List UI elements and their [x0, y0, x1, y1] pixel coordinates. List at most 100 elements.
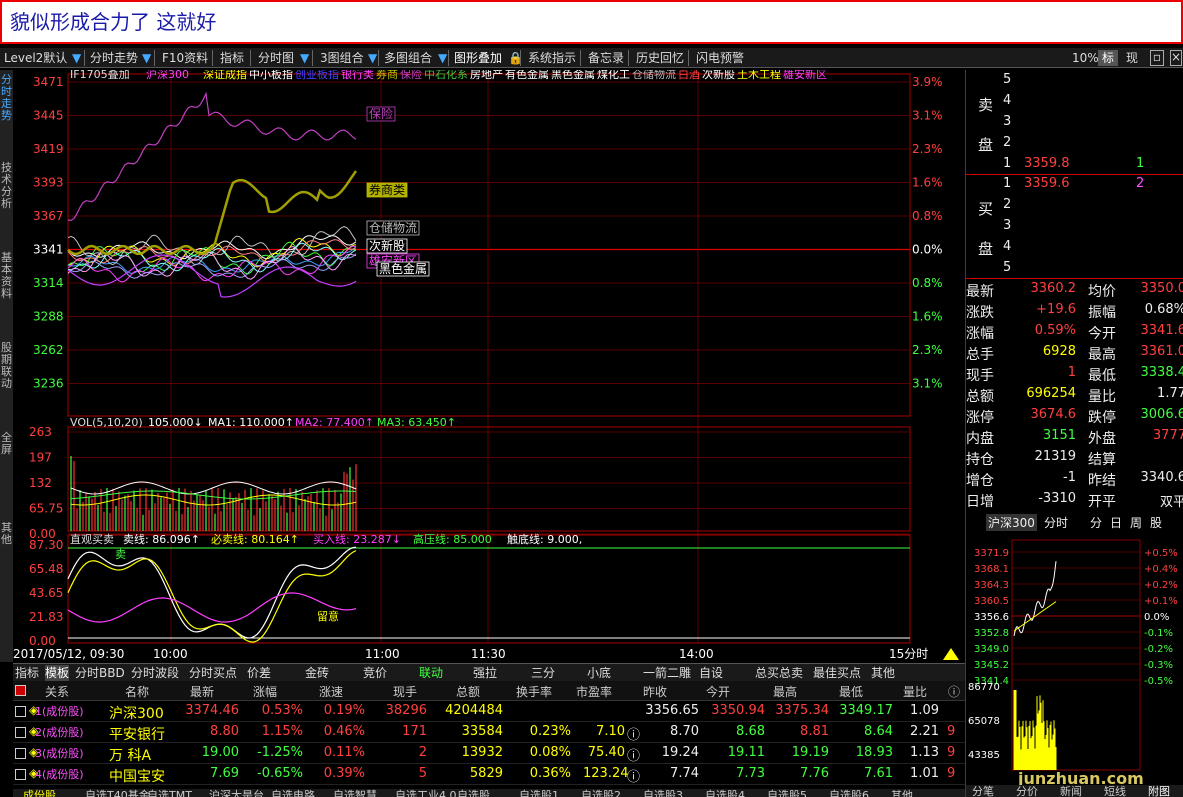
column-header[interactable]: 最低: [839, 683, 863, 700]
bottom-tab[interactable]: 沪深大是台: [209, 789, 264, 797]
indicator-tab[interactable]: 其他: [871, 665, 895, 681]
close-icon[interactable]: ×: [1170, 50, 1182, 66]
mini-bottom-tab[interactable]: 分笔: [972, 784, 994, 797]
mini-bottom-tab[interactable]: 新闻: [1060, 784, 1082, 797]
bottom-tab[interactable]: 其他: [891, 789, 913, 797]
bottom-tab[interactable]: 自选TMT: [147, 789, 192, 797]
side-tab-stock-futures[interactable]: 股期联动: [0, 342, 13, 390]
mini-tab-0[interactable]: 沪深300: [986, 514, 1037, 531]
dropdown-icon[interactable]: ▼: [368, 50, 377, 66]
column-header[interactable]: 涨速: [319, 683, 343, 700]
overlay-legend-item[interactable]: 保险: [400, 70, 422, 81]
overlay-legend-item[interactable]: 券商: [376, 70, 398, 81]
overlay-legend-item[interactable]: 白酒: [678, 70, 700, 81]
bottom-tab[interactable]: 自选T40基金: [85, 789, 150, 797]
bottom-tab[interactable]: 自选股: [457, 789, 490, 797]
mini-bottom-tab[interactable]: 附图: [1148, 784, 1170, 797]
row-checkbox[interactable]: [15, 769, 26, 780]
period-selector[interactable]: 15分时: [889, 647, 928, 661]
bottom-tab[interactable]: 自选股4: [705, 789, 745, 797]
mini-tab-5[interactable]: 股: [1150, 514, 1162, 531]
overlay-legend-item[interactable]: 沪深300: [146, 70, 189, 81]
bottom-tab[interactable]: 自选电路: [271, 789, 315, 797]
tab-spot[interactable]: 现: [1126, 50, 1138, 66]
mini-bottom-tab[interactable]: 分价: [1016, 785, 1038, 797]
bottom-tab[interactable]: 成份股: [23, 789, 56, 797]
indicator-tab[interactable]: 指标: [15, 665, 39, 681]
dropdown-icon[interactable]: ▼: [438, 50, 447, 66]
indicator-tab[interactable]: 强拉: [473, 665, 497, 681]
column-header[interactable]: 总额: [456, 683, 480, 700]
overlay-legend-item[interactable]: 深证成指: [203, 70, 247, 81]
side-tab-fullscreen[interactable]: 全屏: [0, 432, 13, 456]
toolbar-system-indicator[interactable]: 系统指示: [528, 50, 576, 66]
column-header[interactable]: 关系: [45, 683, 69, 700]
mini-tab-3[interactable]: 日: [1110, 514, 1122, 531]
overlay-legend-item[interactable]: 雄安新区: [783, 70, 827, 81]
column-header[interactable]: 涨幅: [253, 683, 277, 700]
toolbar-memo[interactable]: 备忘录: [588, 50, 624, 66]
indicator-tab[interactable]: 一箭二雕: [643, 665, 691, 681]
indicator-tab[interactable]: 竞价: [363, 665, 387, 681]
toolbar-3-chart-combo[interactable]: 3图组合: [320, 50, 364, 66]
column-header[interactable]: 今开: [706, 683, 730, 700]
bottom-tab[interactable]: 自选股6: [829, 789, 869, 797]
column-header[interactable]: 昨收: [643, 683, 667, 700]
mini-tab-1[interactable]: 分时: [1044, 514, 1068, 531]
toolbar-indicators[interactable]: 指标: [220, 50, 244, 66]
info-icon[interactable]: ⓘ: [627, 745, 640, 764]
bottom-tab[interactable]: 自选工业4.0: [395, 789, 457, 797]
row-checkbox[interactable]: [15, 727, 26, 738]
dropdown-icon[interactable]: ▼: [142, 50, 151, 66]
toolbar-history[interactable]: 历史回忆: [636, 50, 684, 66]
indicator-tab[interactable]: 模板: [45, 665, 70, 681]
mini-intraday-chart[interactable]: 3371.9 +0.5% 3368.1 +0.4% 3364.3 +0.2% 3360.5 +…: [966, 536, 1183, 797]
side-tab-technical[interactable]: 技术分析: [0, 162, 13, 210]
overlay-legend-item[interactable]: 煤化工: [597, 70, 630, 81]
restore-icon[interactable]: ▫: [1150, 50, 1164, 66]
side-tab-other[interactable]: 其他: [0, 522, 13, 546]
overlay-legend-item[interactable]: 中石化系: [424, 70, 468, 81]
toolbar-intraday-chart[interactable]: 分时图: [258, 50, 294, 66]
bottom-tab[interactable]: 自选股5: [767, 789, 807, 797]
row-checkbox[interactable]: [15, 706, 26, 717]
toolbar-chart-overlay[interactable]: 图形叠加: [454, 50, 502, 66]
select-all-checkbox[interactable]: [15, 685, 26, 696]
column-header[interactable]: 市盈率: [576, 683, 612, 700]
indicator-tab[interactable]: 总买总卖: [755, 665, 803, 681]
overlay-legend-item[interactable]: 土木工程: [737, 70, 781, 81]
overlay-legend-item[interactable]: 房地产: [470, 70, 503, 81]
column-header[interactable]: 现手: [393, 683, 417, 700]
column-header[interactable]: 名称: [125, 683, 149, 700]
side-tab-intraday[interactable]: 分时走势: [0, 74, 13, 122]
sell-level-price[interactable]: 3359.8: [1024, 156, 1070, 171]
dropdown-icon[interactable]: ▼: [72, 50, 81, 66]
indicator-tab[interactable]: 金砖: [305, 665, 329, 681]
info-icon[interactable]: ⓘ: [948, 683, 960, 700]
info-icon[interactable]: ⓘ: [627, 724, 640, 743]
overlay-legend-item[interactable]: 中小板指: [249, 70, 293, 81]
overlay-legend-item[interactable]: 有色金属: [505, 70, 549, 81]
bottom-tab[interactable]: 自选智慧: [333, 789, 377, 797]
indicator-tab[interactable]: 最佳买点: [813, 665, 861, 681]
toolbar-f10[interactable]: F10资料: [162, 50, 208, 66]
indicator-tab[interactable]: 价差: [247, 665, 271, 681]
side-tab-fundamentals[interactable]: 基本资料: [0, 252, 13, 300]
column-header[interactable]: 换手率: [516, 683, 552, 700]
info-icon[interactable]: ⓘ: [627, 766, 640, 785]
indicator-tab[interactable]: 自设: [699, 665, 723, 681]
indicator-tab[interactable]: 分时波段: [131, 665, 179, 681]
overlay-legend-item[interactable]: 次新股: [702, 70, 735, 81]
indicator-tab[interactable]: 分时BBD: [75, 665, 125, 681]
zoom-level[interactable]: 10%: [1072, 50, 1099, 66]
intraday-main-chart[interactable]: 3471 3445 3419 3393 3367 3341 3314 3288 3262 3236…: [13, 70, 965, 662]
toolbar-level2-default[interactable]: Level2默认: [4, 50, 67, 66]
overlay-legend-item[interactable]: 仓储物流: [632, 70, 676, 81]
bottom-tab[interactable]: 自选股3: [643, 789, 683, 797]
mini-tab-4[interactable]: 周: [1130, 514, 1142, 531]
overlay-legend-item[interactable]: 黑色金属: [551, 70, 595, 81]
buy-level-price[interactable]: 3359.6: [1024, 176, 1070, 191]
indicator-tab[interactable]: 三分: [531, 665, 555, 681]
toolbar-flash-alert[interactable]: 闪电预警: [696, 50, 744, 66]
bottom-tab[interactable]: 自选股1: [519, 789, 559, 797]
